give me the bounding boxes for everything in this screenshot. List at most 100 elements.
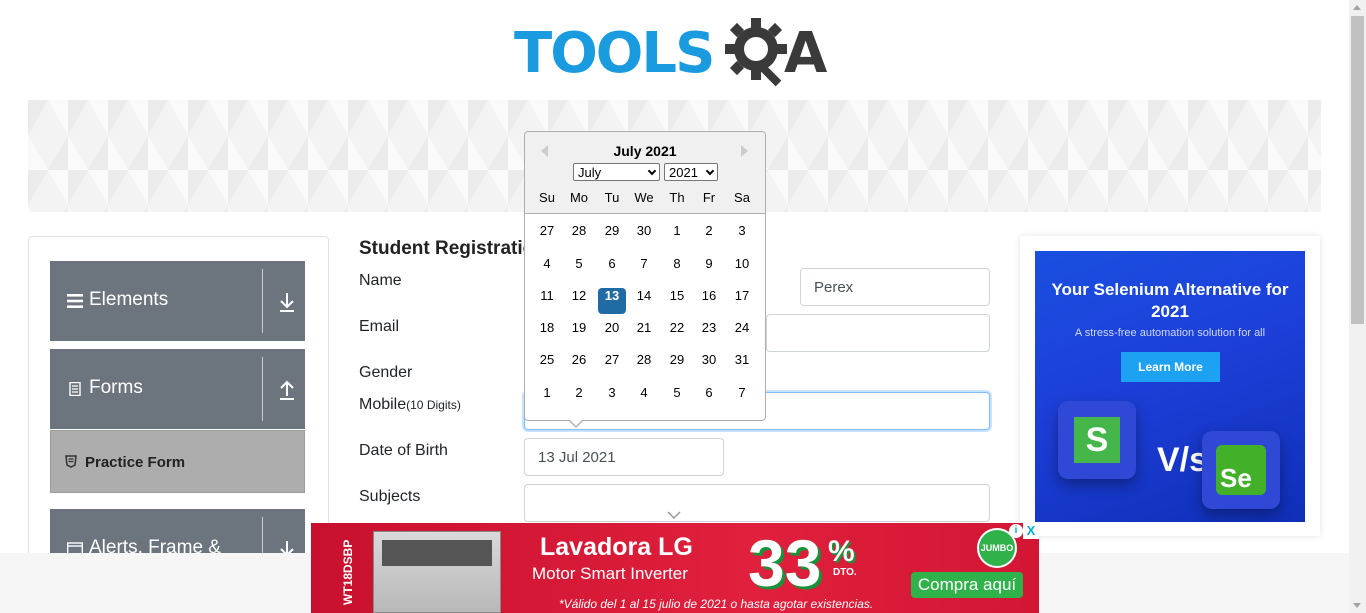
weekday-label: Fr: [702, 190, 716, 205]
ad-sidebar[interactable]: Your Selenium Alternative for 2021 A str…: [1020, 236, 1320, 536]
datepicker-popup: July 2021 July 2021 Su Mo Tu We Th Fr Sa 27 28 29…: [524, 131, 766, 421]
calendar-day[interactable]: 11: [533, 288, 561, 314]
calendar-day[interactable]: 7: [728, 385, 756, 411]
email-label: Email: [359, 318, 400, 335]
calendar-day[interactable]: 4: [630, 385, 658, 411]
calendar-day[interactable]: 8: [663, 256, 691, 282]
date-of-birth-input[interactable]: 13 Jul 2021: [524, 438, 724, 476]
divider: [262, 357, 263, 421]
calendar-day[interactable]: 18: [533, 320, 561, 346]
buy-here-button[interactable]: Compra aquí: [911, 572, 1023, 598]
sidebar-item-label: Practice Form: [85, 454, 186, 471]
calendar-day[interactable]: 17: [728, 288, 756, 314]
calendar-day[interactable]: 27: [533, 223, 561, 249]
mobile-label: Mobile(10 Digits): [359, 396, 461, 414]
calendar-day[interactable]: 15: [663, 288, 691, 314]
scroll-down-icon[interactable]: [1353, 603, 1361, 608]
calendar-day[interactable]: 6: [598, 256, 626, 282]
weekday-label: Su: [539, 190, 555, 205]
form-title: Student Registratio: [359, 238, 535, 259]
calendar-day[interactable]: 28: [630, 352, 658, 378]
calendar-day[interactable]: 6: [695, 385, 723, 411]
scrollbar[interactable]: [1349, 0, 1366, 613]
katalon-logo: S: [1058, 401, 1136, 479]
calendar-day[interactable]: 26: [565, 352, 593, 378]
calendar-day[interactable]: 2: [695, 223, 723, 249]
calendar-day[interactable]: 13: [598, 288, 626, 314]
year-select[interactable]: 2021: [664, 163, 718, 181]
gear-magnifier-icon: [725, 18, 787, 87]
logo-text-a: A: [784, 21, 828, 86]
calendar-day[interactable]: 1: [663, 223, 691, 249]
page: TOOLS A rm Elements: [0, 0, 1366, 613]
washer-lid: [382, 540, 492, 566]
last-name-input[interactable]: Perex: [800, 268, 990, 306]
sidebar-item-practice-form[interactable]: Practice Form: [50, 430, 305, 493]
calendar-day[interactable]: 24: [728, 320, 756, 346]
calendar-day[interactable]: 3: [728, 223, 756, 249]
chevron-down-icon: [705, 166, 715, 176]
calendar-day[interactable]: 10: [728, 256, 756, 282]
calendar-day[interactable]: 30: [630, 223, 658, 249]
calendar-day[interactable]: 29: [598, 223, 626, 249]
weekday-label: Sa: [734, 190, 750, 205]
scroll-thumb[interactable]: [1351, 16, 1364, 324]
calendar-day[interactable]: 4: [533, 256, 561, 282]
calendar-day[interactable]: 16: [695, 288, 723, 314]
ad-brand: Lavadora LG: [540, 533, 693, 561]
ad-percent-sign: %: [828, 535, 855, 568]
calendar-day[interactable]: 28: [565, 223, 593, 249]
calendar-day[interactable]: 25: [533, 352, 561, 378]
calendar-day[interactable]: 5: [663, 385, 691, 411]
subjects-label: Subjects: [359, 488, 421, 505]
month-select[interactable]: July: [573, 163, 660, 181]
chevron-down-icon: [647, 166, 657, 176]
calendar-day[interactable]: 14: [630, 288, 658, 314]
calendar-day[interactable]: 30: [695, 352, 723, 378]
calendar-day[interactable]: 27: [598, 352, 626, 378]
calendar-day[interactable]: 20: [598, 320, 626, 346]
calendar-day[interactable]: 29: [663, 352, 691, 378]
email-input[interactable]: [766, 314, 990, 352]
month-select-value: July: [578, 165, 602, 180]
ad-close-icon[interactable]: X: [1023, 523, 1039, 539]
calendar-day[interactable]: 23: [695, 320, 723, 346]
mobile-hint: (10 Digits): [406, 398, 461, 412]
toolsqa-logo[interactable]: TOOLS A: [514, 16, 840, 90]
weekday-label: Th: [669, 190, 685, 205]
sidebar-group-forms[interactable]: Forms: [50, 349, 305, 429]
sidebar: Elements Forms Practice Form Alerts, Fra…: [28, 236, 329, 589]
selenium-logo: Se: [1202, 431, 1280, 509]
weekday-label: Mo: [569, 190, 589, 205]
calendar-day[interactable]: 22: [663, 320, 691, 346]
washer-image: [373, 531, 501, 613]
ad-dto: DTO.: [833, 567, 857, 578]
ad-model: Motor Smart Inverter: [532, 564, 688, 583]
upload-arrow-icon[interactable]: [278, 379, 296, 401]
subjects-input[interactable]: [524, 484, 990, 522]
calendar-day[interactable]: 3: [598, 385, 626, 411]
calendar-day[interactable]: 7: [630, 256, 658, 282]
katalon-logo-mark: S: [1074, 417, 1120, 463]
ad-info-icon[interactable]: i: [1009, 524, 1023, 538]
ad-footer[interactable]: WT18DSBP Lavadora LG Motor Smart Inverte…: [311, 523, 1039, 613]
calendar-day[interactable]: 19: [565, 320, 593, 346]
scroll-up-icon[interactable]: [1353, 5, 1361, 10]
vs-text: V/s: [1157, 441, 1209, 479]
selenium-logo-mark: Se: [1216, 445, 1266, 495]
next-month-icon[interactable]: [741, 145, 748, 157]
mobile-label-text: Mobile: [359, 396, 407, 413]
calendar-day[interactable]: 9: [695, 256, 723, 282]
dob-label: Date of Birth: [359, 442, 448, 459]
calendar-day[interactable]: 21: [630, 320, 658, 346]
datepicker-pointer-inner: [569, 419, 583, 426]
download-arrow-icon[interactable]: [278, 291, 296, 313]
learn-more-button[interactable]: Learn More: [1121, 352, 1220, 382]
calendar-day[interactable]: 5: [565, 256, 593, 282]
calendar-day[interactable]: 31: [728, 352, 756, 378]
current-month: July 2021: [613, 143, 677, 159]
calendar-day[interactable]: 2: [565, 385, 593, 411]
sidebar-group-elements[interactable]: Elements: [50, 261, 305, 341]
calendar-day[interactable]: 12: [565, 288, 593, 314]
calendar-day[interactable]: 1: [533, 385, 561, 411]
